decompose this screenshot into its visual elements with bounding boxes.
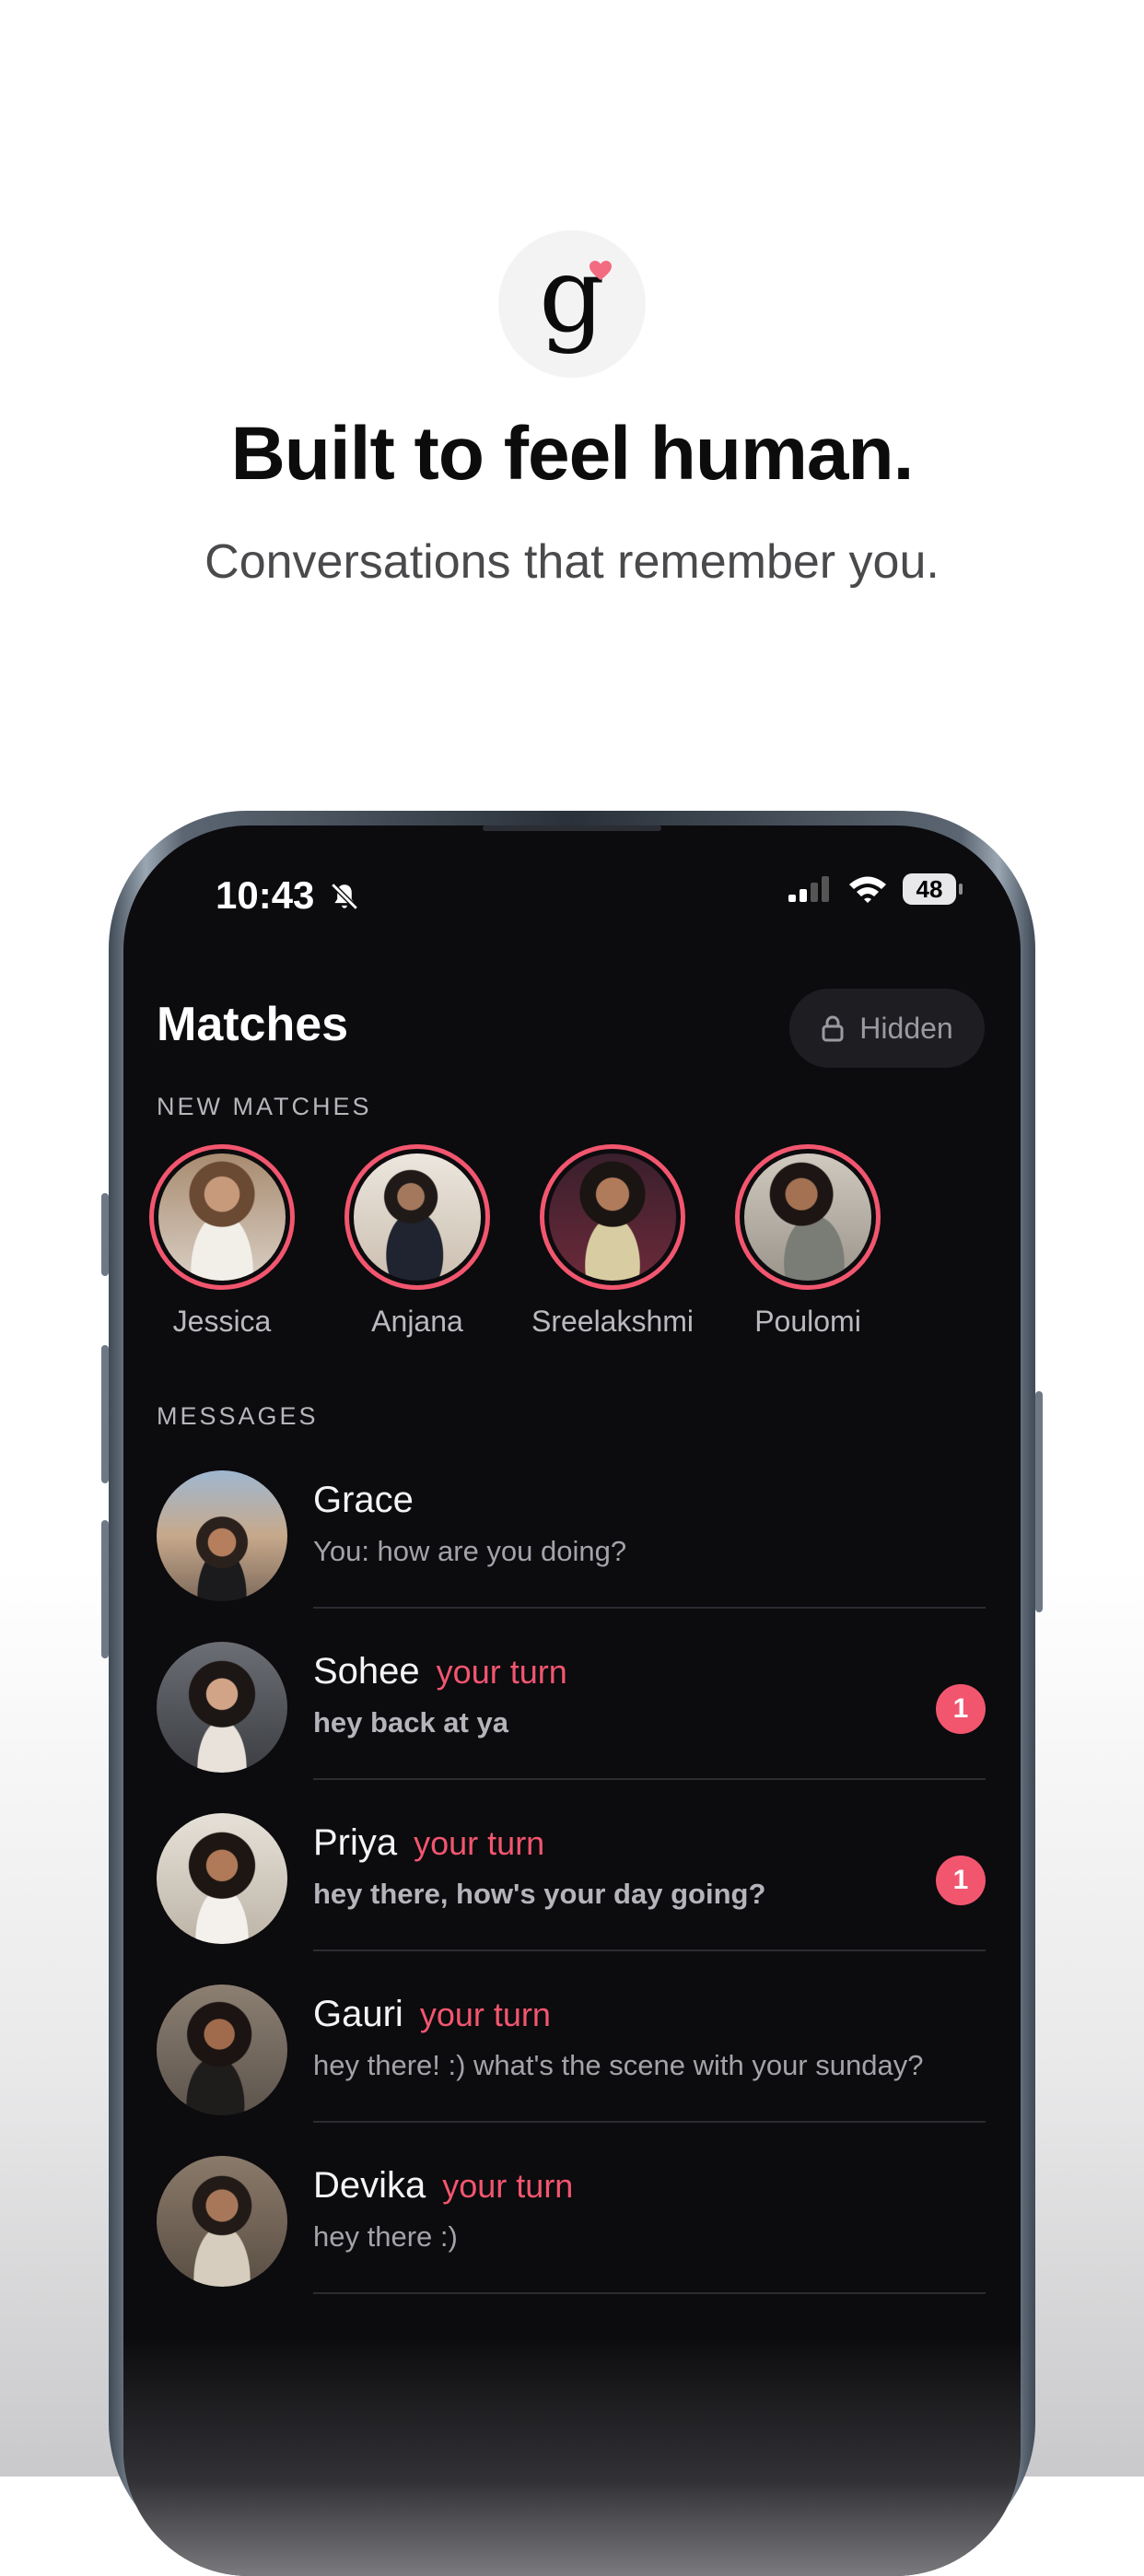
status-time: 10:43 xyxy=(216,873,360,918)
message-row-grace[interactable]: Grace You: how are you doing? xyxy=(157,1461,986,1633)
avatar xyxy=(157,1470,287,1601)
avatar xyxy=(157,1813,287,1944)
new-matches-label: NEW MATCHES xyxy=(157,1093,372,1120)
contact-name: Sohee xyxy=(313,1651,420,1692)
message-row-devika[interactable]: Devika your turn hey there :) xyxy=(157,2147,986,2318)
match-item-anjana[interactable]: Anjana xyxy=(325,1144,509,1339)
message-name: Devika your turn xyxy=(313,2165,573,2207)
page-title: Matches xyxy=(157,998,349,1051)
avatar xyxy=(157,2156,287,2287)
match-item-sreelakshmi[interactable]: Sreelakshmi xyxy=(520,1144,705,1339)
subheadline: Conversations that remember you. xyxy=(204,535,940,589)
phone-action-button xyxy=(101,1193,109,1276)
phone-power-button xyxy=(1035,1391,1043,1612)
status-time-text: 10:43 xyxy=(216,873,315,917)
row-divider xyxy=(313,2292,986,2294)
message-preview: hey there :) xyxy=(313,2220,458,2253)
message-name: Grace xyxy=(313,1480,414,1521)
hidden-button[interactable]: Hidden xyxy=(789,989,985,1068)
contact-name: Priya xyxy=(313,1822,398,1863)
bottom-fade xyxy=(123,2336,1021,2576)
your-turn-label: your turn xyxy=(442,2167,574,2205)
your-turn-label: your turn xyxy=(414,1824,545,1862)
hidden-label: Hidden xyxy=(859,1011,953,1045)
message-preview: hey there! :) what's the scene with your… xyxy=(313,2049,924,2081)
lock-icon xyxy=(822,1015,844,1042)
avatar xyxy=(549,1153,676,1281)
phone-volume-down-button xyxy=(101,1520,109,1658)
message-name: Priya your turn xyxy=(313,1822,544,1864)
message-preview: hey there, how's your day going? xyxy=(313,1878,766,1910)
message-row-priya[interactable]: Priya your turn hey there, how's your day… xyxy=(157,1804,986,1975)
match-avatar-ring xyxy=(540,1144,685,1290)
avatar xyxy=(158,1153,286,1281)
match-item-poulomi[interactable]: Poulomi xyxy=(716,1144,900,1339)
phone-screen: 10:43 48 Matches Hidden NEW MATCHES Jess… xyxy=(123,825,1021,2576)
battery-icon: 48 xyxy=(903,873,963,905)
speaker-grille xyxy=(483,825,661,831)
heart-icon xyxy=(590,261,612,280)
bell-slash-icon xyxy=(331,883,358,910)
your-turn-label: your turn xyxy=(419,1996,551,2033)
contact-name: Gauri xyxy=(313,1994,403,2034)
messages-label: MESSAGES xyxy=(157,1402,319,1430)
message-preview: hey back at ya xyxy=(313,1706,508,1739)
message-name: Gauri your turn xyxy=(313,1994,551,2035)
row-divider xyxy=(313,2121,986,2123)
match-name: Jessica xyxy=(172,1305,272,1338)
battery-level: 48 xyxy=(916,874,943,903)
match-avatar-ring xyxy=(735,1144,881,1290)
match-name: Sreelakshmi xyxy=(531,1305,695,1338)
app-logo: g xyxy=(498,230,646,378)
match-name: Poulomi xyxy=(754,1305,861,1338)
headline: Built to feel human. xyxy=(230,412,915,496)
avatar xyxy=(744,1153,871,1281)
match-name: Anjana xyxy=(371,1305,463,1338)
match-avatar-ring xyxy=(149,1144,295,1290)
wifi-icon xyxy=(849,876,886,903)
row-divider xyxy=(313,1607,986,1609)
avatar xyxy=(354,1153,481,1281)
message-name: Sohee your turn xyxy=(313,1651,567,1692)
contact-name: Devika xyxy=(313,2165,426,2206)
avatar xyxy=(157,1642,287,1773)
message-preview: You: how are you doing? xyxy=(313,1535,627,1567)
unread-badge: 1 xyxy=(936,1684,986,1734)
row-divider xyxy=(313,1950,986,1951)
status-indicators: 48 xyxy=(787,873,963,905)
message-row-sohee[interactable]: Sohee your turn hey back at ya 1 xyxy=(157,1633,986,1804)
signal-icon xyxy=(788,876,829,902)
row-divider xyxy=(313,1778,986,1780)
contact-name: Grace xyxy=(313,1480,414,1520)
phone-volume-up-button xyxy=(101,1345,109,1483)
match-avatar-ring xyxy=(344,1144,490,1290)
avatar xyxy=(157,1985,287,2115)
message-row-gauri[interactable]: Gauri your turn hey there! :) what's the … xyxy=(157,1975,986,2147)
your-turn-label: your turn xyxy=(436,1653,567,1691)
match-item-jessica[interactable]: Jessica xyxy=(130,1144,314,1339)
unread-badge: 1 xyxy=(936,1856,986,1905)
